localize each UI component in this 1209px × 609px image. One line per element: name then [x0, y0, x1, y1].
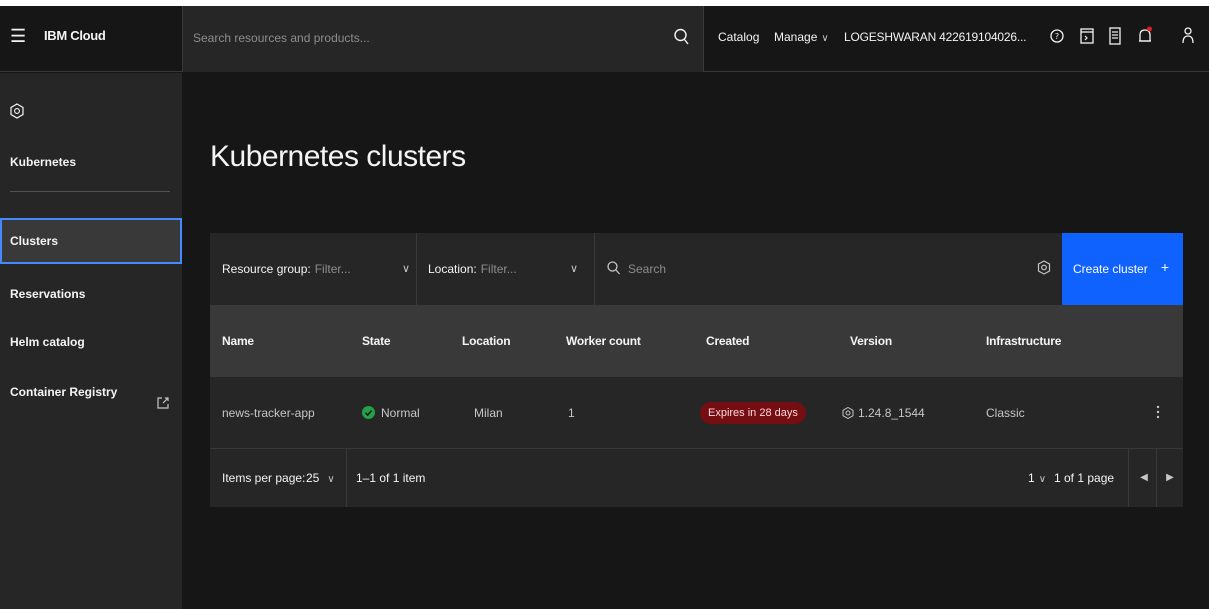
column-header-infrastructure[interactable]: Infrastructure — [986, 305, 1061, 377]
app-frame: ☰ IBM Cloud Catalog Manage∨ LOGESHWARAN … — [0, 6, 1209, 609]
pagination-divider — [1128, 449, 1129, 507]
kubernetes-icon — [10, 103, 24, 121]
global-search-input[interactable] — [193, 28, 653, 48]
cluster-name-link[interactable]: news-tracker-app — [222, 377, 315, 449]
account-switcher[interactable]: LOGESHWARAN 422619104026... — [844, 30, 1026, 44]
cluster-state: Normal — [362, 377, 420, 449]
clusters-table: Resource group: Filter... ∨ Location: Filt… — [210, 233, 1183, 507]
items-range: 1–1 of 1 item — [356, 471, 426, 485]
resource-group-filter[interactable]: Resource group: Filter... ∨ — [222, 233, 418, 305]
pagination-divider — [346, 449, 347, 507]
chevron-down-icon: ∨ — [327, 474, 335, 485]
top-header: ☰ IBM Cloud Catalog Manage∨ LOGESHWARAN … — [0, 6, 1209, 72]
location-placeholder: Filter... — [480, 262, 517, 276]
cluster-version: 1.24.8_1544 — [842, 377, 925, 449]
location-label: Location: — [428, 262, 477, 276]
resource-group-label: Resource group: — [222, 262, 311, 276]
items-per-page-label: Items per page: — [222, 471, 306, 485]
pagination-divider — [1156, 449, 1157, 507]
next-page-icon[interactable]: ▶ — [1160, 449, 1180, 507]
help-icon[interactable]: ? — [1046, 24, 1068, 48]
sidebar-item-label: Clusters — [10, 234, 59, 248]
notifications-icon[interactable] — [1134, 24, 1156, 48]
sidebar-divider — [10, 191, 170, 192]
create-cluster-label: Create cluster — [1073, 262, 1148, 276]
page-select[interactable]: 1 ∨ — [1028, 449, 1046, 507]
chevron-down-icon: ∨ — [1038, 474, 1047, 485]
cloud-shell-icon[interactable] — [1076, 24, 1098, 48]
manage-menu[interactable]: Manage ∨ — [774, 30, 829, 44]
sidebar-item-label: Helm catalog — [10, 335, 85, 349]
column-header-worker-count[interactable]: Worker count — [566, 305, 641, 377]
chevron-down-icon: ∨ — [402, 263, 411, 275]
settings-icon[interactable] — [1036, 259, 1052, 277]
column-header-version[interactable]: Version — [850, 305, 892, 377]
chevron-down-icon: ∨ — [570, 263, 579, 275]
svg-text:?: ? — [1055, 32, 1059, 41]
sidebar-item-label: Reservations — [10, 287, 86, 301]
table-header: Name State Location Worker count Created… — [210, 305, 1183, 377]
table-toolbar: Resource group: Filter... ∨ Location: Filt… — [210, 233, 1183, 305]
sidebar-item-helm-catalog[interactable]: Helm catalog — [0, 319, 182, 365]
cluster-location: Milan — [474, 406, 503, 420]
global-search — [182, 6, 704, 72]
menu-icon[interactable]: ☰ — [10, 26, 26, 46]
expiry-badge: Expires in 28 days — [700, 401, 806, 424]
column-header-location[interactable]: Location — [462, 305, 511, 377]
page-value: 1 — [1028, 471, 1035, 485]
column-header-name[interactable]: Name — [222, 305, 254, 377]
sidebar-item-container-registry[interactable]: Container Registry — [0, 369, 182, 415]
chevron-down-icon: ∨ — [821, 33, 829, 44]
items-per-page-select[interactable]: 25 ∨ — [306, 449, 335, 507]
sidebar-title: Kubernetes — [10, 155, 77, 169]
cluster-version-label: 1.24.8_1544 — [858, 406, 925, 420]
table-search-input[interactable] — [628, 259, 1008, 279]
previous-page-icon[interactable]: ◀ — [1134, 449, 1154, 507]
table-row[interactable]: news-tracker-app Normal Milan 1 Expires … — [210, 377, 1183, 449]
items-per-page-value: 25 — [306, 471, 320, 485]
cost-estimator-icon[interactable] — [1104, 24, 1126, 48]
checkmark-filled-icon — [362, 406, 375, 420]
add-icon: + — [1160, 259, 1169, 275]
sidebar-item-reservations[interactable]: Reservations — [0, 271, 182, 317]
manage-label: Manage — [774, 30, 818, 44]
search-icon[interactable] — [673, 26, 691, 48]
sidebar: Kubernetes Clusters Reservations Helm ca… — [0, 73, 182, 609]
sidebar-item-label: Container Registry — [10, 385, 118, 399]
toolbar-divider — [416, 233, 417, 305]
brand-name[interactable]: IBM Cloud — [44, 28, 106, 43]
cluster-state-label: Normal — [381, 406, 420, 420]
kubernetes-icon — [842, 406, 854, 419]
create-cluster-button[interactable]: Create cluster + — [1062, 233, 1183, 305]
cluster-worker-count: 1 — [568, 406, 575, 420]
cluster-created: Expires in 28 days — [700, 377, 806, 449]
overflow-menu-icon[interactable] — [1154, 403, 1162, 421]
launch-icon — [156, 383, 170, 409]
location-filter[interactable]: Location: Filter... ∨ — [428, 233, 594, 305]
toolbar-divider — [594, 233, 595, 305]
cluster-infrastructure: Classic — [986, 406, 1025, 420]
catalog-link[interactable]: Catalog — [718, 30, 759, 44]
page-of-label: 1 of 1 page — [1054, 471, 1115, 485]
column-header-state[interactable]: State — [362, 305, 391, 377]
user-profile-icon[interactable] — [1180, 24, 1202, 48]
pagination: Items per page: 25 ∨ 1–1 of 1 item 1 ∨ 1 o… — [210, 449, 1183, 507]
page-title: Kubernetes clusters — [210, 140, 466, 173]
sidebar-item-clusters[interactable]: Clusters — [0, 218, 182, 264]
resource-group-placeholder: Filter... — [314, 262, 351, 276]
search-icon — [606, 259, 622, 277]
column-header-created[interactable]: Created — [706, 305, 749, 377]
